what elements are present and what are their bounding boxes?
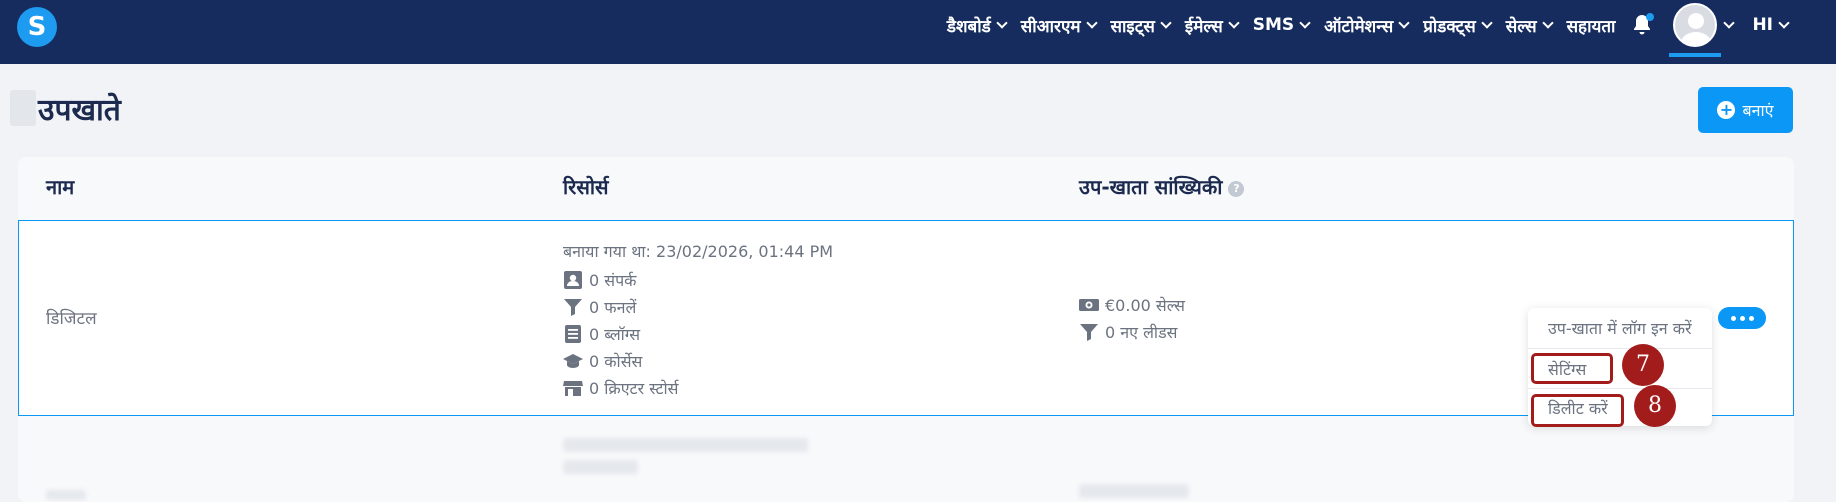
nav-sales-label: सेल्स (1505, 16, 1537, 37)
nav-dashboard-label: डैशबोर्ड (946, 16, 991, 37)
avatar[interactable] (1673, 3, 1718, 47)
stat-leads-label: 0 नए लीडस (1105, 322, 1178, 342)
blurred-prefix (10, 90, 36, 126)
nav-crm-label: सीआरएम (1020, 16, 1081, 37)
page-title: उपखाते (38, 93, 121, 128)
chevron-down-icon (996, 16, 1008, 29)
chevron-down-icon (1085, 16, 1098, 29)
create-button[interactable]: + बनाएं (1698, 87, 1793, 133)
nav-emails-label: ईमेल्स (1184, 16, 1223, 37)
language-switcher[interactable]: HI (1752, 15, 1790, 35)
resource-creator-stores-label: 0 क्रिएटर स्टोर्स (589, 378, 679, 398)
nav-help-label: सहायता (1566, 16, 1616, 37)
stat-sales: €0.00 सेल्स (1079, 291, 1185, 318)
nav-sales[interactable]: सेल्स (1505, 14, 1554, 37)
nav-automations-label: ऑटोमेशन्स (1324, 16, 1394, 37)
blurred-content (1079, 484, 1189, 498)
top-navigation-bar: S डैशबोर्ड सीआरएम साइट्स ईमेल्स SMS ऑटोम… (0, 0, 1836, 64)
subaccount-name: डिजिटल (46, 309, 97, 329)
document-icon (565, 324, 581, 343)
chevron-down-icon (1778, 16, 1790, 29)
nav-help[interactable]: सहायता (1567, 14, 1616, 37)
chevron-down-icon (1541, 16, 1554, 29)
resource-blogs: 0 ब्लॉग्स (563, 320, 679, 347)
stat-leads: 0 नए लीडस (1079, 318, 1185, 345)
dot-icon (1739, 315, 1745, 321)
annotation-badge-8: 8 (1634, 385, 1676, 427)
app-logo[interactable]: S (17, 7, 57, 47)
chevron-down-icon (1481, 16, 1493, 29)
nav-sites-label: साइट्स (1110, 16, 1155, 37)
column-header-resources: रिसोर्स (563, 175, 609, 199)
blurred-content (46, 490, 86, 500)
column-header-stats-label: उप-खाता सांख्यिकी (1079, 175, 1223, 199)
funnel-icon (1080, 323, 1098, 341)
nav-automations[interactable]: ऑटोमेशन्स (1324, 14, 1410, 37)
nav-sms[interactable]: SMS (1252, 15, 1311, 35)
resource-courses: 0 कोर्सेस (563, 347, 679, 374)
blurred-content (563, 460, 638, 474)
dot-icon (1730, 315, 1736, 321)
nav-sms-label: SMS (1252, 15, 1295, 35)
resource-blogs-label: 0 ब्लॉग्स (589, 324, 641, 344)
menu-item-login-subaccount[interactable]: उप-खाता में लॉग इन करें (1528, 308, 1712, 347)
plus-circle-icon: + (1717, 101, 1736, 119)
column-header-name: नाम (46, 175, 75, 199)
stat-sales-label: €0.00 सेल्स (1105, 295, 1185, 315)
money-icon (1079, 298, 1099, 311)
bell-icon[interactable] (1630, 11, 1655, 39)
nav-sites[interactable]: साइट्स (1110, 14, 1172, 37)
main-nav: डैशबोर्ड सीआरएम साइट्स ईमेल्स SMS ऑटोमेश… (946, 0, 1790, 57)
blurred-content (563, 438, 808, 452)
resource-courses-label: 0 कोर्सेस (589, 351, 643, 371)
annotation-badge-7: 7 (1622, 344, 1664, 386)
menu-item-delete[interactable]: डिलीट करें (1528, 388, 1712, 427)
resource-contacts: 0 संपर्क (563, 266, 679, 293)
menu-item-settings[interactable]: सेटिंग्स (1528, 349, 1712, 388)
resource-contacts-label: 0 संपर्क (589, 270, 637, 290)
resource-creator-stores: 0 क्रिएटर स्टोर्स (563, 374, 679, 401)
row-actions-menu: उप-खाता में लॉग इन करें सेटिंग्स डिलीट क… (1528, 308, 1712, 426)
nav-dashboard[interactable]: डैशबोर्ड (946, 14, 1008, 37)
user-menu[interactable] (1669, 0, 1737, 57)
stats-list: €0.00 सेल्स 0 नए लीडस (1079, 291, 1185, 345)
column-header-stats: उप-खाता सांख्यिकी? (1079, 173, 1245, 200)
chevron-down-icon (1398, 16, 1410, 29)
dot-icon (1748, 315, 1754, 321)
chevron-down-icon (1723, 16, 1736, 29)
graduation-cap-icon (563, 353, 583, 368)
funnel-icon (564, 298, 582, 316)
chevron-down-icon (1228, 16, 1240, 29)
notification-dot (1646, 13, 1655, 21)
nav-crm[interactable]: सीआरएम (1020, 14, 1098, 37)
created-date: बनाया गया था: 23/02/2026, 01:44 PM (563, 242, 834, 261)
chevron-down-icon (1299, 16, 1311, 29)
help-icon[interactable]: ? (1228, 180, 1245, 197)
contact-card-icon (564, 270, 582, 289)
storefront-icon (563, 380, 583, 396)
row-actions-button[interactable] (1718, 307, 1766, 329)
resource-funnels: 0 फनलें (563, 293, 679, 320)
nav-emails[interactable]: ईमेल्स (1184, 14, 1240, 37)
nav-products[interactable]: प्रोडक्ट्स (1423, 14, 1493, 37)
create-button-label: बनाएं (1742, 101, 1774, 120)
nav-products-label: प्रोडक्ट्स (1423, 16, 1476, 37)
resources-list: 0 संपर्क 0 फनलें 0 ब्लॉग्स 0 कोर्सेस 0 क… (563, 266, 679, 401)
language-label: HI (1752, 15, 1773, 35)
chevron-down-icon (1160, 16, 1172, 29)
resource-funnels-label: 0 फनलें (589, 297, 637, 317)
